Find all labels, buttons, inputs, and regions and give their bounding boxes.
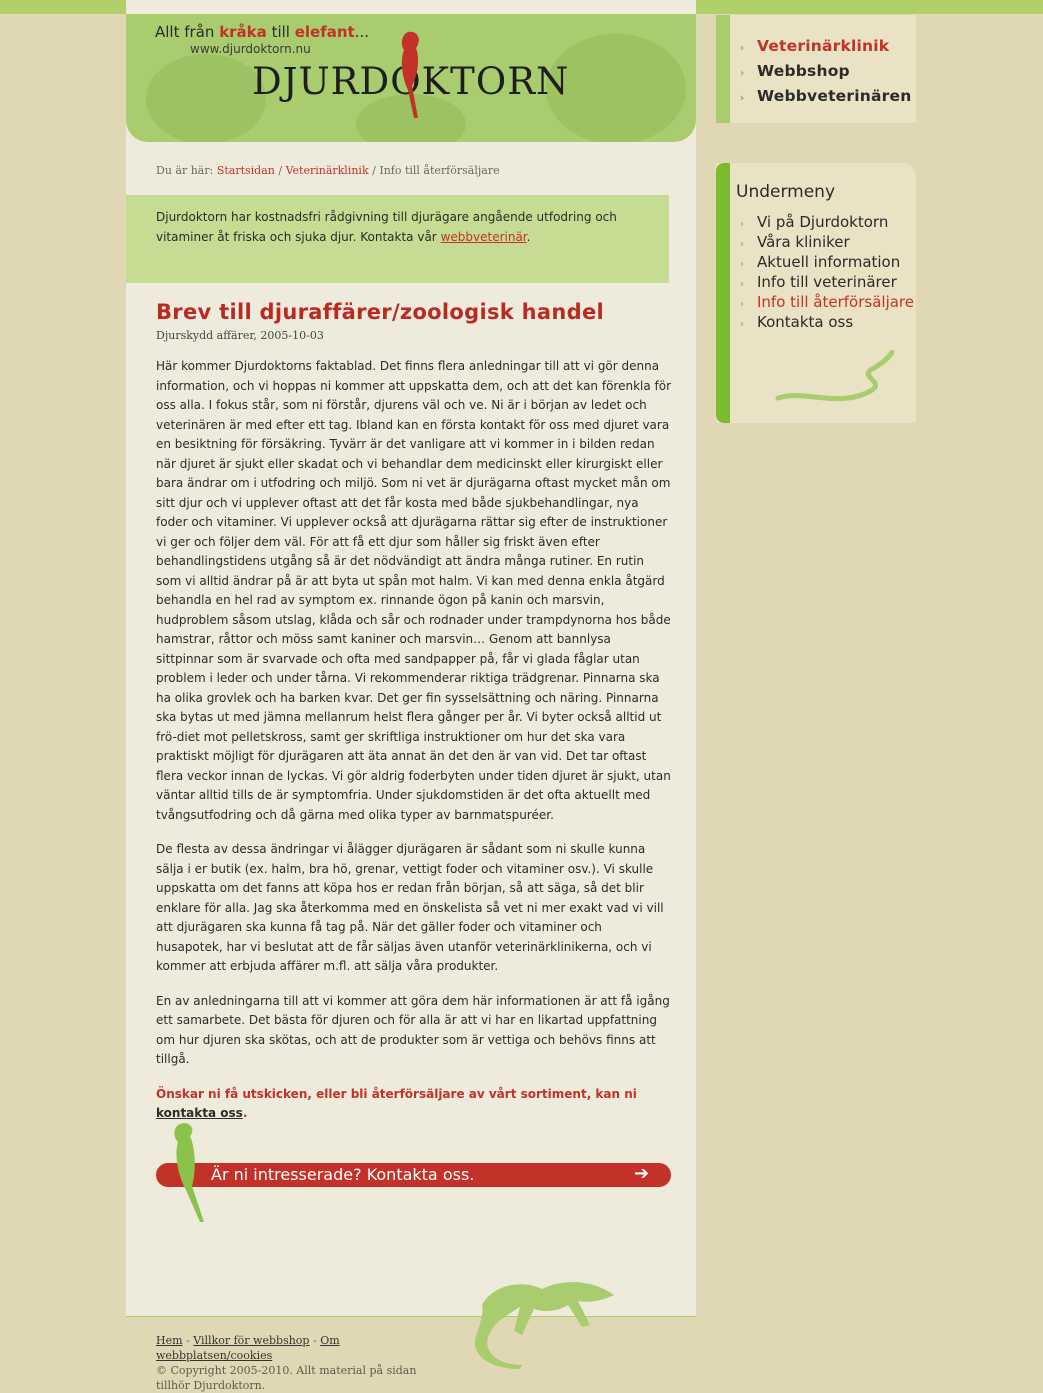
paragraph: Här kommer Djurdoktorns faktablad. Det f… bbox=[156, 359, 672, 822]
submenu-item[interactable]: › Aktuell information bbox=[740, 253, 914, 273]
cta-paragraph: Önskar ni få utskicken, eller bli återfö… bbox=[156, 1086, 637, 1121]
nav-item-webbshop[interactable]: › Webbshop bbox=[740, 62, 911, 87]
webbveterinar-link[interactable]: webbveterinär bbox=[441, 230, 527, 244]
nav-item-veterinarklinik[interactable]: › Veterinärklinik bbox=[740, 37, 911, 62]
contact-link[interactable]: kontakta oss bbox=[156, 1106, 243, 1120]
arrow-right-icon: ➔ bbox=[634, 1163, 650, 1184]
submenu-item-active[interactable]: › Info till återförsäljare bbox=[740, 293, 914, 313]
breadcrumb-section-link[interactable]: Veterinärklinik bbox=[286, 164, 369, 177]
intro-box: Djurdoktorn har kostnadsfri rådgivning t… bbox=[126, 195, 669, 283]
contact-banner-label: Är ni intresserade? Kontakta oss. bbox=[211, 1165, 475, 1184]
submenu-item[interactable]: › Kontakta oss bbox=[740, 313, 914, 333]
copyright: © Copyright 2005-2010. Allt material på … bbox=[156, 1364, 417, 1392]
chevron-right-icon: › bbox=[740, 68, 745, 79]
chevron-right-icon: › bbox=[740, 259, 744, 270]
nav-item-webbveterinaren[interactable]: › Webbveterinären bbox=[740, 87, 911, 112]
chevron-right-icon: › bbox=[740, 219, 744, 230]
parrot-icon bbox=[174, 1123, 204, 1222]
article-title: Brev till djuraffärer/zoologisk handel bbox=[156, 300, 604, 324]
lizard-icon bbox=[474, 1282, 614, 1369]
breadcrumb-current: Info till återförsäljare bbox=[379, 164, 500, 177]
article-meta: Djurskydd affärer, 2005-10-03 bbox=[156, 329, 324, 342]
snake-icon bbox=[775, 350, 895, 402]
chevron-right-icon: › bbox=[740, 279, 744, 290]
breadcrumb-home-link[interactable]: Startsidan bbox=[217, 164, 275, 177]
paragraph: De flesta av dessa ändringar vi ålägger … bbox=[156, 842, 664, 973]
paragraph: En av anledningarna till att vi kommer a… bbox=[156, 993, 670, 1067]
submenu-item[interactable]: › Info till veterinärer bbox=[740, 273, 914, 293]
chevron-right-icon: › bbox=[740, 299, 744, 310]
submenu-title: Undermeny bbox=[736, 182, 836, 202]
parrot-logo-icon bbox=[401, 31, 419, 118]
chevron-right-icon: › bbox=[740, 239, 744, 250]
chevron-right-icon: › bbox=[740, 43, 745, 54]
footer-home-link[interactable]: Hem bbox=[156, 1334, 183, 1347]
main-nav: › Veterinärklinik › Webbshop › Webbveterinä… bbox=[716, 15, 916, 123]
submenu-item[interactable]: › Våra kliniker bbox=[740, 233, 914, 253]
chevron-right-icon: › bbox=[740, 319, 744, 330]
footer-terms-link[interactable]: Villkor för webbshop bbox=[193, 1334, 309, 1347]
contact-banner-button[interactable]: Är ni intresserade? Kontakta oss. ➔ bbox=[156, 1163, 671, 1187]
chevron-right-icon: › bbox=[740, 93, 745, 104]
slogan: Allt från kråka till elefant... bbox=[155, 23, 370, 41]
site-url: www.djurdoktorn.nu bbox=[190, 42, 311, 56]
breadcrumb: Du är här: Startsidan / Veterinärklinik … bbox=[156, 164, 500, 177]
submenu-item[interactable]: › Vi på Djurdoktorn bbox=[740, 213, 914, 233]
footer: Hem - Villkor för webbshop - Om webbplat… bbox=[156, 1334, 417, 1392]
article-body: Här kommer Djurdoktorns faktablad. Det f… bbox=[156, 357, 672, 1139]
